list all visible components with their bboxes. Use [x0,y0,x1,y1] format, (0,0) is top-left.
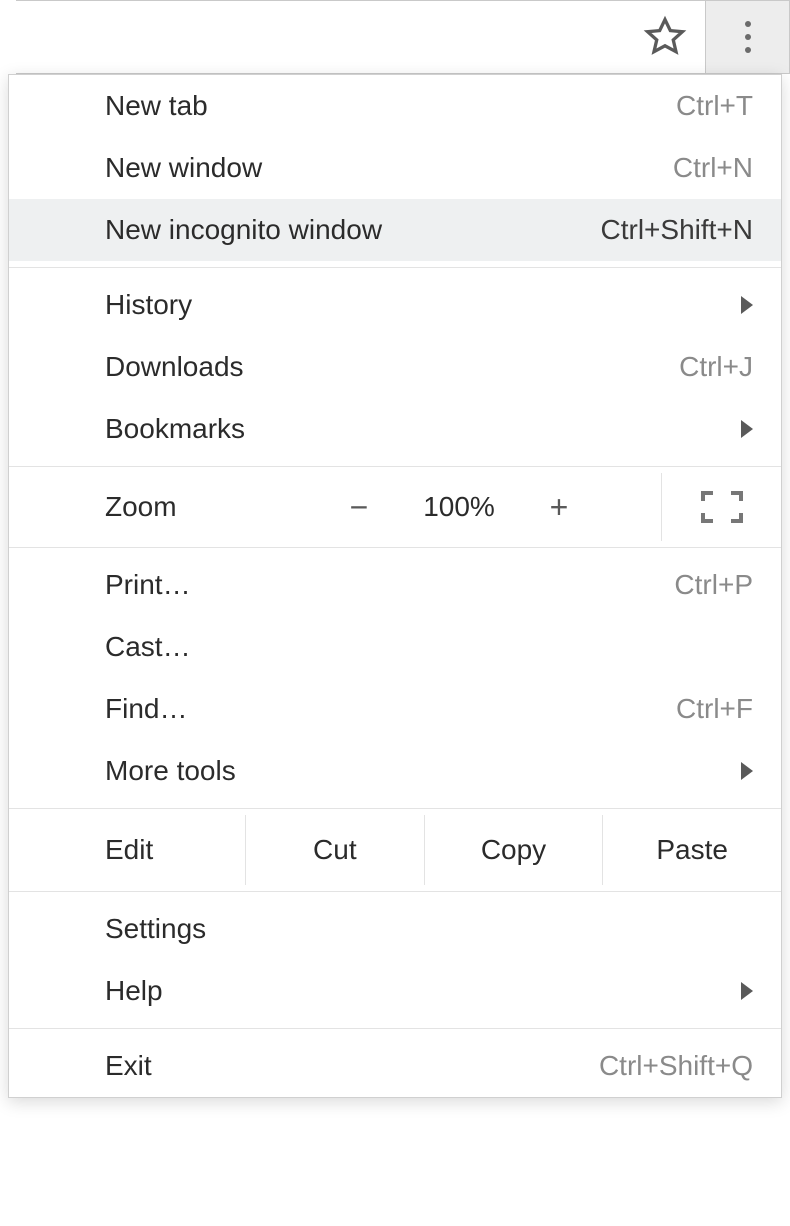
separator [9,547,781,548]
menu-label: Downloads [105,351,679,383]
menu-item-help[interactable]: Help [9,960,781,1022]
submenu-arrow-icon [741,420,753,438]
menu-item-bookmarks[interactable]: Bookmarks [9,398,781,460]
zoom-in-button[interactable]: + [519,489,599,526]
menu-item-find[interactable]: Find… Ctrl+F [9,678,781,740]
menu-shortcut: Ctrl+T [676,90,753,122]
copy-button[interactable]: Copy [424,815,603,885]
menu-item-incognito[interactable]: New incognito window Ctrl+Shift+N [9,199,781,261]
menu-item-exit[interactable]: Exit Ctrl+Shift+Q [9,1035,781,1097]
menu-item-downloads[interactable]: Downloads Ctrl+J [9,336,781,398]
fullscreen-icon [701,491,743,523]
menu-label: Cast… [105,631,753,663]
zoom-value: 100% [399,491,519,523]
menu-label: Help [105,975,741,1007]
menu-shortcut: Ctrl+Shift+Q [599,1050,753,1082]
menu-label: Bookmarks [105,413,741,445]
menu-item-history[interactable]: History [9,274,781,336]
chrome-menu-button[interactable] [706,0,790,74]
menu-shortcut: Ctrl+J [679,351,753,383]
submenu-arrow-icon [741,762,753,780]
menu-shortcut: Ctrl+N [673,152,753,184]
menu-label: Exit [105,1050,599,1082]
edit-label: Edit [105,834,245,866]
menu-label: New window [105,152,673,184]
separator [9,466,781,467]
menu-item-new-window[interactable]: New window Ctrl+N [9,137,781,199]
chrome-menu-dropdown: New tab Ctrl+T New window Ctrl+N New inc… [8,74,782,1098]
menu-shortcut: Ctrl+P [674,569,753,601]
menu-shortcut: Ctrl+F [676,693,753,725]
menu-label: History [105,289,741,321]
menu-label: New tab [105,90,676,122]
bookmark-star-icon[interactable] [643,15,687,59]
menu-label: More tools [105,755,741,787]
menu-item-print[interactable]: Print… Ctrl+P [9,554,781,616]
zoom-label: Zoom [9,491,319,523]
address-bar-right [16,0,706,74]
fullscreen-button[interactable] [661,473,781,541]
separator [9,891,781,892]
menu-label: Print… [105,569,674,601]
menu-label: Find… [105,693,676,725]
menu-item-new-tab[interactable]: New tab Ctrl+T [9,75,781,137]
menu-item-cast[interactable]: Cast… [9,616,781,678]
submenu-arrow-icon [741,982,753,1000]
menu-item-edit: Edit Cut Copy Paste [9,815,781,885]
menu-item-zoom: Zoom − 100% + [9,473,781,541]
zoom-out-button[interactable]: − [319,489,399,526]
browser-toolbar [16,0,790,74]
separator [9,808,781,809]
menu-item-more-tools[interactable]: More tools [9,740,781,802]
menu-dots-icon [745,21,751,53]
separator [9,267,781,268]
separator [9,1028,781,1029]
menu-label: New incognito window [105,214,601,246]
paste-button[interactable]: Paste [602,815,781,885]
menu-label: Settings [105,913,753,945]
menu-item-settings[interactable]: Settings [9,898,781,960]
submenu-arrow-icon [741,296,753,314]
cut-button[interactable]: Cut [245,815,424,885]
menu-shortcut: Ctrl+Shift+N [601,214,754,246]
